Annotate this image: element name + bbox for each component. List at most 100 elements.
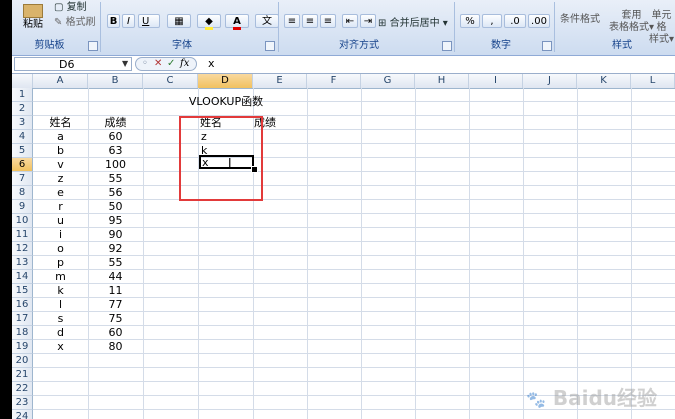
- cell-name[interactable]: s: [33, 312, 88, 325]
- row-header[interactable]: 23: [12, 396, 33, 410]
- row-header[interactable]: 12: [12, 242, 33, 256]
- cell-score[interactable]: 44: [88, 270, 143, 283]
- format-painter-button[interactable]: ✎ 格式刷: [54, 13, 96, 28]
- cell-name[interactable]: i: [33, 228, 88, 241]
- cell-score[interactable]: 90: [88, 228, 143, 241]
- cell-score[interactable]: 75: [88, 312, 143, 325]
- merge-center-button[interactable]: ⊞ 合并后居中 ▾: [378, 14, 448, 29]
- cell-score[interactable]: 11: [88, 284, 143, 297]
- cell-score[interactable]: 60: [88, 326, 143, 339]
- paste-button[interactable]: 粘贴: [16, 2, 50, 36]
- cell-score[interactable]: 55: [88, 172, 143, 185]
- clipboard-launcher-icon[interactable]: [88, 41, 98, 51]
- row-header[interactable]: 3: [12, 116, 33, 130]
- row-header[interactable]: 5: [12, 144, 33, 158]
- font-launcher-icon[interactable]: [265, 41, 275, 51]
- column-header-l[interactable]: L: [631, 74, 675, 88]
- column-header-g[interactable]: G: [361, 74, 415, 88]
- cell-score[interactable]: 95: [88, 214, 143, 227]
- header-score[interactable]: 成绩: [88, 116, 143, 129]
- cell-score[interactable]: 80: [88, 340, 143, 353]
- row-header[interactable]: 24: [12, 410, 33, 419]
- row-header[interactable]: 4: [12, 130, 33, 144]
- row-header[interactable]: 11: [12, 228, 33, 242]
- header-name[interactable]: 姓名: [33, 116, 88, 129]
- italic-button[interactable]: I: [122, 14, 135, 28]
- row-header[interactable]: 7: [12, 172, 33, 186]
- decrease-decimal-button[interactable]: .00: [528, 14, 550, 28]
- conditional-format-button[interactable]: 条件格式: [560, 10, 600, 25]
- decrease-indent-button[interactable]: ⇤: [342, 14, 358, 28]
- cell-name[interactable]: d: [33, 326, 88, 339]
- cell-name[interactable]: b: [33, 144, 88, 157]
- column-header-b[interactable]: B: [88, 74, 143, 88]
- column-header-k[interactable]: K: [577, 74, 631, 88]
- comma-style-button[interactable]: ,: [482, 14, 502, 28]
- formula-input[interactable]: x: [198, 57, 675, 71]
- row-header[interactable]: 14: [12, 270, 33, 284]
- increase-indent-button[interactable]: ⇥: [360, 14, 376, 28]
- row-header[interactable]: 8: [12, 186, 33, 200]
- cell-name[interactable]: l: [33, 298, 88, 311]
- cell-name[interactable]: e: [33, 186, 88, 199]
- cell-score[interactable]: 56: [88, 186, 143, 199]
- row-header[interactable]: 16: [12, 298, 33, 312]
- column-header-a[interactable]: A: [33, 74, 88, 88]
- row-header[interactable]: 21: [12, 368, 33, 382]
- enter-icon[interactable]: ✓: [167, 58, 175, 70]
- cancel-icon[interactable]: ✕: [154, 58, 162, 70]
- column-header-d[interactable]: D: [198, 74, 253, 88]
- column-header-e[interactable]: E: [253, 74, 307, 88]
- name-box[interactable]: D6: [14, 57, 132, 71]
- cell-score[interactable]: 92: [88, 242, 143, 255]
- cell-name[interactable]: v: [33, 158, 88, 171]
- increase-decimal-button[interactable]: .0: [504, 14, 526, 28]
- cell-name[interactable]: p: [33, 256, 88, 269]
- row-header[interactable]: 20: [12, 354, 33, 368]
- underline-button[interactable]: U: [138, 14, 160, 28]
- copy-button[interactable]: ▢ 复制: [54, 0, 87, 13]
- column-header-f[interactable]: F: [307, 74, 361, 88]
- cell-name[interactable]: x: [33, 340, 88, 353]
- phonetic-button[interactable]: 文: [255, 14, 279, 28]
- column-header-h[interactable]: H: [415, 74, 469, 88]
- select-all-corner[interactable]: [12, 74, 33, 88]
- number-launcher-icon[interactable]: [542, 41, 552, 51]
- cell-name[interactable]: z: [33, 172, 88, 185]
- percent-button[interactable]: %: [460, 14, 480, 28]
- align-left-button[interactable]: ≡: [284, 14, 300, 28]
- fill-color-button[interactable]: ◆: [197, 14, 221, 30]
- cell-name[interactable]: a: [33, 130, 88, 143]
- cell-score[interactable]: 50: [88, 200, 143, 213]
- row-header[interactable]: 9: [12, 200, 33, 214]
- row-header[interactable]: 17: [12, 312, 33, 326]
- column-header-j[interactable]: J: [523, 74, 577, 88]
- spreadsheet-grid[interactable]: A B C D E F G H I J K L 1 2 3 4 5 6 7 8 …: [12, 74, 675, 419]
- row-header[interactable]: 15: [12, 284, 33, 298]
- column-header-i[interactable]: I: [469, 74, 523, 88]
- row-header[interactable]: 13: [12, 256, 33, 270]
- bold-button[interactable]: B: [107, 14, 120, 28]
- cell-name[interactable]: k: [33, 284, 88, 297]
- border-button[interactable]: ▦: [167, 14, 191, 28]
- cell-score[interactable]: 60: [88, 130, 143, 143]
- cell-name[interactable]: o: [33, 242, 88, 255]
- cell-score[interactable]: 77: [88, 298, 143, 311]
- cell-name[interactable]: u: [33, 214, 88, 227]
- cell-score[interactable]: 63: [88, 144, 143, 157]
- chevron-down-icon[interactable]: ▼: [122, 59, 128, 68]
- cell-score[interactable]: 100: [88, 158, 143, 171]
- font-color-button[interactable]: A: [225, 14, 249, 30]
- row-header[interactable]: 2: [12, 102, 33, 116]
- row-header-selected[interactable]: 6: [12, 158, 33, 172]
- cell-name[interactable]: r: [33, 200, 88, 213]
- cell-styles-button[interactable]: 单元格 样式▾: [648, 10, 675, 46]
- sheet-title[interactable]: VLOOKUP函数: [184, 95, 268, 108]
- cell-score[interactable]: 55: [88, 256, 143, 269]
- column-header-c[interactable]: C: [143, 74, 198, 88]
- row-header[interactable]: 22: [12, 382, 33, 396]
- align-center-button[interactable]: ≡: [302, 14, 318, 28]
- row-header[interactable]: 10: [12, 214, 33, 228]
- align-right-button[interactable]: ≡: [320, 14, 336, 28]
- row-header[interactable]: 19: [12, 340, 33, 354]
